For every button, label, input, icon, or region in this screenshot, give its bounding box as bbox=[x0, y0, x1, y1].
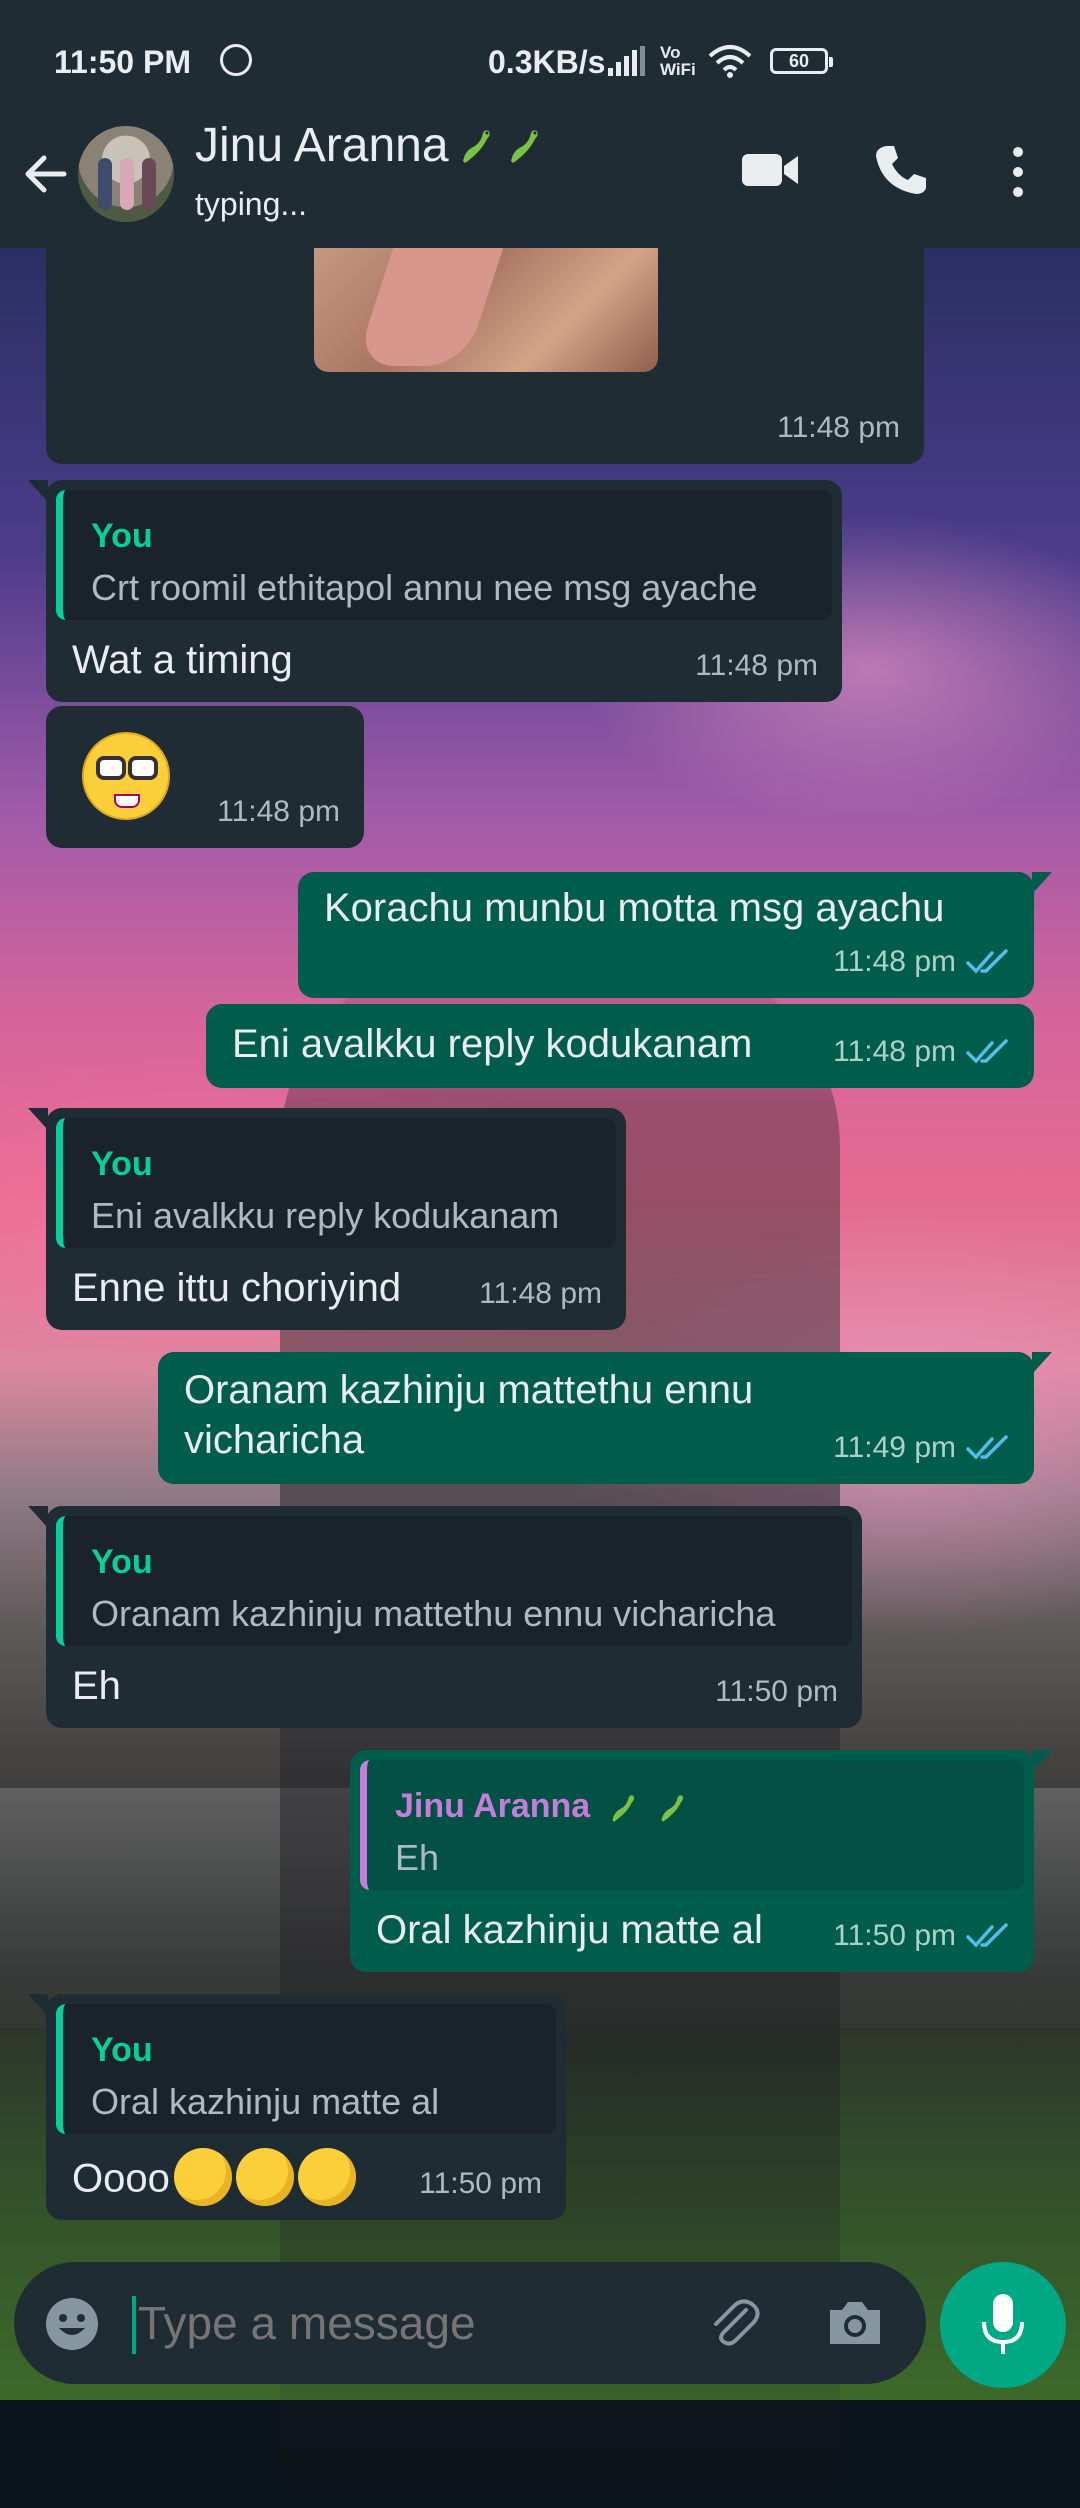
quoted-sender: You bbox=[91, 1145, 153, 1183]
read-ticks-icon bbox=[966, 949, 1008, 974]
message-meta: 11:48 pm bbox=[777, 404, 900, 452]
emoji-teeth bbox=[114, 794, 140, 808]
vowifi-icon: Vo WiFi bbox=[660, 43, 696, 79]
message-time: 11:48 pm bbox=[217, 795, 340, 828]
message-composer bbox=[14, 2262, 926, 2384]
image-thumbnail[interactable] bbox=[314, 248, 658, 372]
message-text: Wat a timing bbox=[72, 638, 293, 682]
message-text: Enne ittu choriyind bbox=[72, 1266, 402, 1310]
lizard-emoji bbox=[661, 1795, 684, 1822]
message-reply[interactable]: You Oral kazhinju matte al Oooo 11:50 pm bbox=[28, 1994, 566, 2220]
quoted-text: Oranam kazhinju mattethu ennu vicharicha bbox=[91, 1593, 776, 1634]
message-text: Korachu munbu motta msg ayachu bbox=[324, 886, 945, 930]
glasses-left bbox=[96, 756, 126, 780]
image-subject bbox=[354, 248, 504, 366]
rolling-laughing-emoji bbox=[235, 2148, 294, 2206]
read-ticks-icon bbox=[966, 1923, 1008, 1948]
message-outgoing[interactable]: Oranam kazhinju mattethu ennu vicharicha… bbox=[158, 1352, 1052, 1484]
attach-icon[interactable] bbox=[706, 2294, 762, 2350]
status-time: 11:50 PM bbox=[54, 44, 191, 80]
whatsapp-notification-icon bbox=[220, 44, 252, 76]
contact-name[interactable]: Jinu Aranna bbox=[195, 118, 545, 173]
message-meta: 11:48 pm bbox=[479, 1270, 602, 1318]
voice-message-button[interactable] bbox=[940, 2262, 1066, 2388]
quoted-sender: You bbox=[91, 1543, 153, 1581]
message-image[interactable]: 11:48 pm bbox=[46, 248, 924, 464]
message-outgoing[interactable]: Korachu munbu motta msg ayachu 11:48 pm bbox=[298, 872, 1052, 998]
read-ticks-icon bbox=[966, 1039, 1008, 1064]
microphone-icon bbox=[982, 2294, 1024, 2354]
back-arrow-icon[interactable] bbox=[18, 146, 74, 202]
rolling-laughing-emoji bbox=[173, 2148, 232, 2206]
message-time: 11:48 pm bbox=[479, 1277, 602, 1310]
emoji-icon[interactable] bbox=[44, 2296, 100, 2352]
message-text: Oooo bbox=[72, 2148, 356, 2210]
signal-icon bbox=[608, 46, 645, 76]
message-reply[interactable]: You Oranam kazhinju mattethu ennu vichar… bbox=[28, 1506, 862, 1728]
quoted-sender: You bbox=[91, 517, 153, 555]
message-meta: 11:50 pm bbox=[715, 1668, 838, 1716]
message-meta: 11:48 pm bbox=[217, 788, 340, 836]
quoted-text: Crt roomil ethitapol annu nee msg ayache bbox=[91, 567, 758, 608]
message-meta: 11:50 pm bbox=[833, 1912, 1010, 1960]
lizard-emoji bbox=[462, 129, 490, 163]
read-ticks-icon bbox=[966, 1435, 1008, 1460]
lizard-emoji bbox=[510, 129, 538, 163]
contact-status: typing... bbox=[195, 186, 308, 222]
message-text: Eni avalkku reply kodukanam bbox=[232, 1022, 753, 1066]
more-options-icon[interactable] bbox=[1004, 144, 1032, 200]
network-speed: 0.3KB/s bbox=[488, 44, 606, 80]
message-time: 11:50 pm bbox=[419, 2167, 542, 2200]
message-meta: 11:48 pm bbox=[695, 642, 818, 690]
nerd-face-emoji bbox=[82, 732, 170, 820]
message-reply[interactable]: You Crt roomil ethitapol annu nee msg ay… bbox=[28, 480, 842, 702]
message-text-line1: Oranam kazhinju mattethu ennu bbox=[184, 1368, 754, 1412]
message-emoji[interactable]: 11:48 pm bbox=[46, 706, 364, 848]
quoted-message[interactable]: You Oranam kazhinju mattethu ennu vichar… bbox=[56, 1516, 852, 1646]
lizard-emoji bbox=[612, 1795, 634, 1822]
wifi-icon bbox=[708, 45, 752, 78]
quoted-message[interactable]: You Oral kazhinju matte al bbox=[56, 2004, 556, 2134]
message-meta: 11:48 pm bbox=[833, 1028, 1010, 1076]
message-input[interactable] bbox=[138, 2262, 698, 2384]
quoted-text: Oral kazhinju matte al bbox=[91, 2081, 440, 2122]
contact-avatar[interactable] bbox=[78, 126, 174, 222]
text-cursor bbox=[132, 2296, 136, 2354]
message-meta: 11:50 pm bbox=[419, 2160, 542, 2208]
quoted-text: Eni avalkku reply kodukanam bbox=[91, 1195, 560, 1236]
message-time: 11:50 pm bbox=[715, 1675, 838, 1708]
quoted-text: Eh bbox=[395, 1837, 440, 1878]
chat-header: Jinu Aranna typing... bbox=[0, 96, 1080, 248]
message-text-line2: vicharicha bbox=[184, 1418, 365, 1462]
message-reply-outgoing[interactable]: Jinu Aranna Eh Oral kazhinju matte al 11… bbox=[350, 1750, 1052, 1972]
quoted-message[interactable]: You Eni avalkku reply kodukanam bbox=[56, 1118, 616, 1248]
rolling-laughing-emoji bbox=[297, 2148, 356, 2206]
quoted-sender: You bbox=[91, 2031, 153, 2069]
glasses-right bbox=[128, 756, 158, 780]
battery-icon: 60 bbox=[770, 48, 833, 74]
message-time: 11:50 pm bbox=[833, 1919, 956, 1952]
message-text: Oral kazhinju matte al bbox=[376, 1908, 763, 1952]
voice-call-icon[interactable] bbox=[872, 142, 928, 198]
camera-icon[interactable] bbox=[826, 2296, 884, 2348]
quoted-sender-name: Jinu Aranna bbox=[395, 1787, 591, 1825]
message-time: 11:48 pm bbox=[695, 649, 818, 682]
message-text: Eh bbox=[72, 1664, 121, 1708]
message-meta: 11:48 pm bbox=[833, 938, 1010, 986]
video-call-icon[interactable] bbox=[740, 148, 800, 192]
message-meta: 11:49 pm bbox=[833, 1424, 1010, 1472]
quoted-message[interactable]: You Crt roomil ethitapol annu nee msg ay… bbox=[56, 490, 832, 620]
message-text-body: Oooo bbox=[72, 2156, 170, 2201]
message-outgoing[interactable]: Eni avalkku reply kodukanam 11:48 pm bbox=[206, 1004, 1034, 1088]
quoted-message[interactable]: Jinu Aranna Eh bbox=[360, 1760, 1024, 1890]
message-reply[interactable]: You Eni avalkku reply kodukanam Enne itt… bbox=[28, 1108, 626, 1330]
message-time: 11:49 pm bbox=[833, 1431, 956, 1464]
status-bar: 11:50 PM 0.3KB/s Vo WiFi 60 bbox=[0, 0, 1080, 96]
message-time: 11:48 pm bbox=[833, 1035, 956, 1068]
quoted-sender: Jinu Aranna bbox=[395, 1786, 1002, 1826]
message-time: 11:48 pm bbox=[777, 411, 900, 444]
message-time: 11:48 pm bbox=[833, 945, 956, 978]
